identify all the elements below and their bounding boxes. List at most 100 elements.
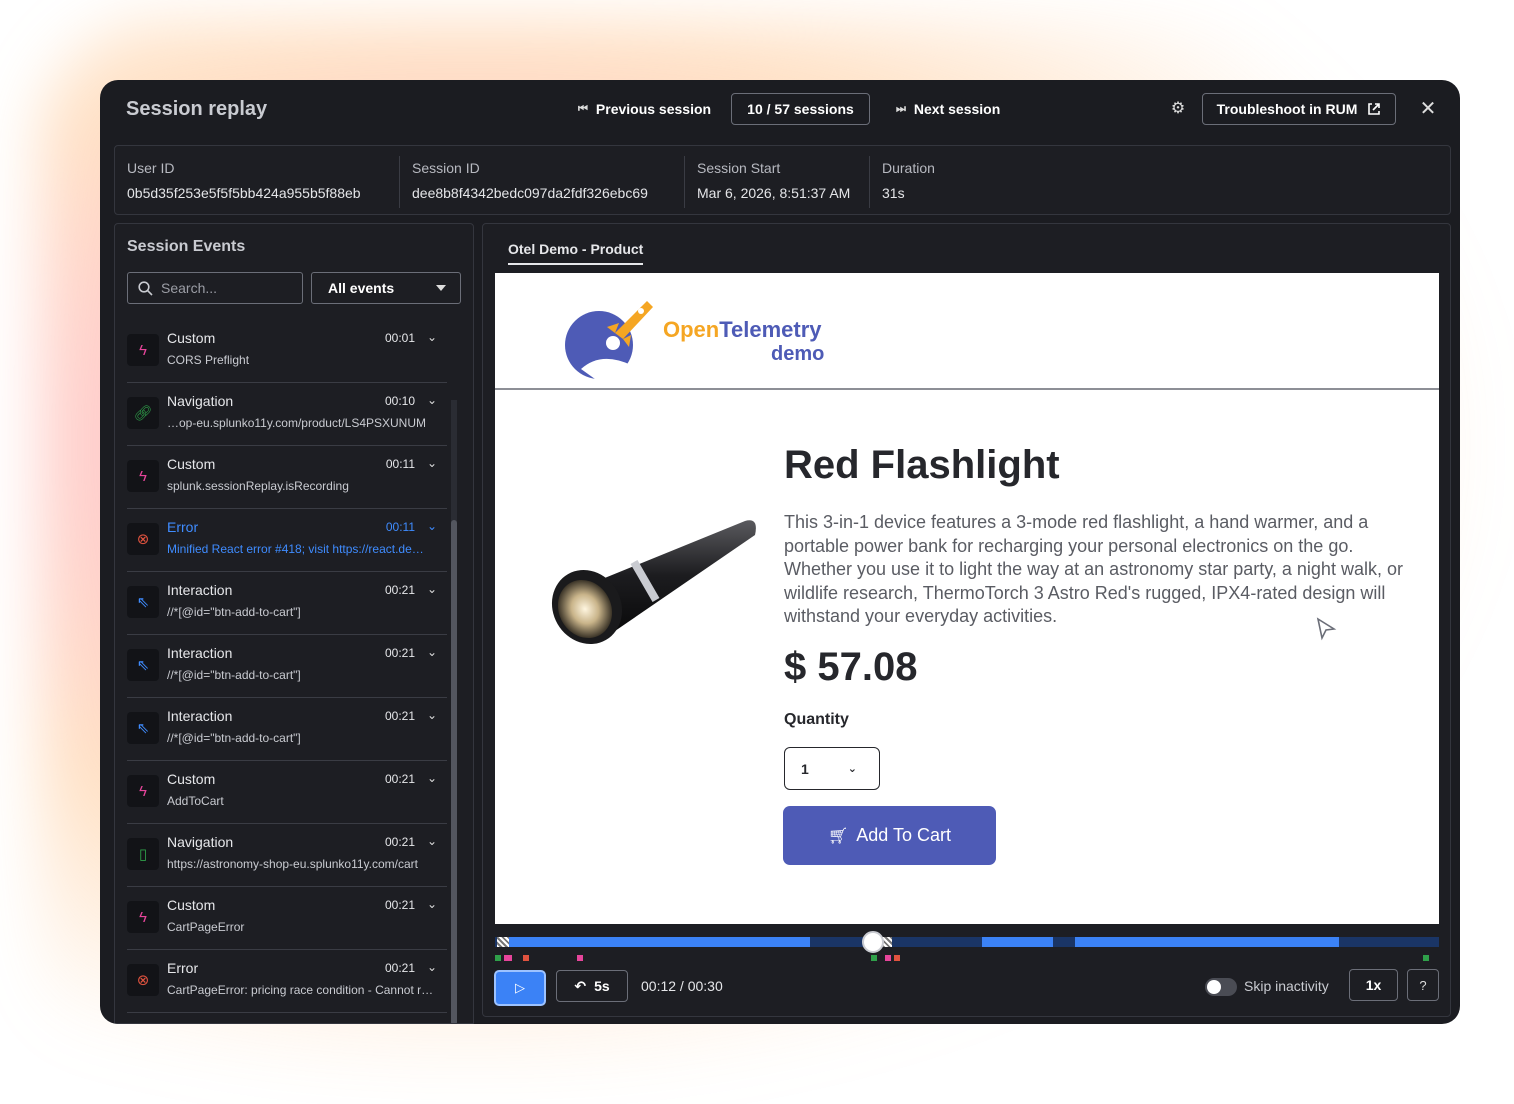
session-start-cell: Session Start Mar 6, 2026, 8:51:37 AM [684,156,866,208]
event-item[interactable]: ϟ Custom 00:11 ⌄ splunk.sessionReplay.is… [127,446,447,509]
time-readout: 00:12 / 00:30 [641,978,723,994]
user-id-label: User ID [127,160,175,176]
opentelemetry-logo-icon [565,301,653,380]
scrollbar-thumb[interactable] [451,520,457,1023]
previous-session-button[interactable]: ⏮ Previous session [578,98,711,120]
troubleshoot-in-rum-button[interactable]: Troubleshoot in RUM [1202,93,1396,125]
event-marker [871,955,877,961]
session-counter-button[interactable]: 10 / 57 sessions [731,93,870,125]
chevron-down-icon[interactable]: ⌄ [427,582,437,596]
duration-label: Duration [882,160,935,176]
lightning-icon: ϟ [127,775,159,807]
chevron-down-icon[interactable]: ⌄ [427,771,437,785]
event-desc: AddToCart [167,794,224,808]
player-controls: ▷ ↶ 5s 00:12 / 00:30 Skip inactivity 1x … [483,968,1452,1008]
event-desc: CartPageError: pricing race condition - … [167,983,434,997]
help-icon[interactable]: ? [1407,969,1439,1001]
gear-icon[interactable]: ⚙ [1169,99,1187,117]
lightning-icon: ϟ [127,460,159,492]
troubleshoot-label: Troubleshoot in RUM [1216,101,1358,117]
replay-panel: Otel Demo - Product OpenTelemetry demo R… [482,223,1451,1017]
event-filter-select[interactable]: All events [311,272,461,304]
rewind-icon: ↶ [574,977,587,994]
chevron-down-icon[interactable]: ⌄ [427,456,437,470]
close-icon[interactable]: ✕ [1418,98,1438,120]
lightning-icon: ϟ [127,901,159,933]
event-item[interactable]: ⇖ Interaction 00:21 ⌄ //*[@id="btn-add-t… [127,698,447,761]
event-item[interactable]: ϟ Custom 00:21 ⌄ CartPageError [127,887,447,950]
event-marker [577,955,583,961]
add-to-cart-button[interactable]: 🛒︎ Add To Cart [783,806,996,865]
chevron-down-icon[interactable]: ⌄ [427,834,437,848]
skip-inactivity-toggle[interactable] [1205,978,1237,996]
event-desc: //*[@id="btn-add-to-cart"] [167,668,301,682]
next-session-button[interactable]: ⏭ Next session [896,98,1000,120]
event-item[interactable]: 🔗︎ Navigation 00:10 ⌄ …op-eu.splunko11y.… [127,383,447,446]
play-icon: ▷ [515,980,525,995]
event-filter-value: All events [328,280,395,296]
session-events-panel: Session Events Search... All events ϟ Cu… [114,223,474,1024]
chevron-down-icon[interactable]: ⌄ [427,897,437,911]
chevron-down-icon[interactable]: ⌄ [427,330,437,344]
event-time: 00:01 [384,331,415,345]
activity-segment [982,937,1053,947]
search-input[interactable]: Search... [127,272,303,304]
play-button[interactable]: ▷ [494,970,546,1006]
event-item[interactable]: ▯ Navigation 00:21 ⌄ https://astronomy-s… [127,824,447,887]
event-item[interactable]: ϟ Custom 00:21 ⌄ AddToCart [127,761,447,824]
event-item[interactable]: ϟ Custom 00:01 ⌄ CORS Preflight [127,320,447,383]
product-title: Red Flashlight [784,443,1060,487]
event-item[interactable]: ⊗ Error 00:21 ⌄ CartPageError: pricing r… [127,950,447,1013]
event-time: 00:21 [384,709,415,723]
event-item[interactable]: ⇖ Interaction 00:21 ⌄ //*[@id="btn-add-t… [127,572,447,635]
event-desc: CartPageError [167,920,245,934]
event-time: 00:11 [385,520,415,534]
previous-session-label: Previous session [595,101,712,117]
activity-segment [509,937,810,947]
replay-viewport: OpenTelemetry demo Red Flashlight This 3… [495,273,1439,924]
event-marker [523,955,529,961]
cart-icon: 🛒︎ [827,827,849,845]
event-desc: //*[@id="btn-add-to-cart"] [167,731,301,745]
event-type: Navigation [167,834,234,850]
playback-speed-button[interactable]: 1x [1349,969,1398,1001]
event-type: Interaction [167,645,233,661]
external-link-icon [1368,103,1381,115]
user-id-value: 0b5d35f253e5f5f5bb424a955b5f88eb [127,185,361,201]
add-to-cart-label: Add To Cart [856,825,952,845]
timeline-track[interactable] [495,937,1439,947]
skip-forward-icon: ⏭ [896,102,906,115]
chevron-down-icon[interactable]: ⌄ [427,645,437,659]
event-item[interactable]: ⇖ Interaction 00:21 ⌄ //*[@id="btn-add-t… [127,635,447,698]
skip-back-label: 5s [594,978,610,994]
page-icon: ▯ [127,838,159,870]
error-circle-icon: ⊗ [127,523,159,555]
event-marker [1423,955,1429,961]
lightning-icon: ϟ [127,334,159,366]
event-type: Custom [167,330,216,346]
session-id-value: dee8b8f4342bedc097da2fdf326ebc69 [412,185,648,201]
logo-text: OpenTelemetry [663,317,822,343]
search-icon [138,280,153,296]
session-id-cell: Session ID dee8b8f4342bedc097da2fdf326eb… [399,156,681,208]
chevron-down-icon[interactable]: ⌄ [427,519,437,533]
event-item-selected[interactable]: ⊗ Error 00:11 ⌄ Minified React error #41… [127,509,447,572]
event-time: 00:11 [385,457,415,471]
caret-down-icon [436,285,446,291]
chevron-down-icon: ⌄ [847,763,857,775]
event-desc: https://astronomy-shop-eu.splunko11y.com… [167,857,419,871]
event-type: Navigation [167,393,234,409]
chevron-down-icon[interactable]: ⌄ [427,393,437,407]
timeline-playhead[interactable] [861,931,884,953]
event-marker [894,955,900,961]
chevron-down-icon[interactable]: ⌄ [427,960,437,974]
event-marker [495,955,501,961]
flashlight-image [551,520,756,645]
tab-otel-demo-product[interactable]: Otel Demo - Product [508,241,644,265]
skip-back-button[interactable]: ↶ 5s [556,970,628,1002]
chevron-down-icon[interactable]: ⌄ [427,708,437,722]
error-circle-icon: ⊗ [127,964,159,996]
session-info-bar: User ID 0b5d35f253e5f5f5bb424a955b5f88eb… [114,145,1451,215]
cursor-click-icon: ⇖ [127,649,159,681]
quantity-select[interactable]: 1 ⌄ [784,747,880,790]
